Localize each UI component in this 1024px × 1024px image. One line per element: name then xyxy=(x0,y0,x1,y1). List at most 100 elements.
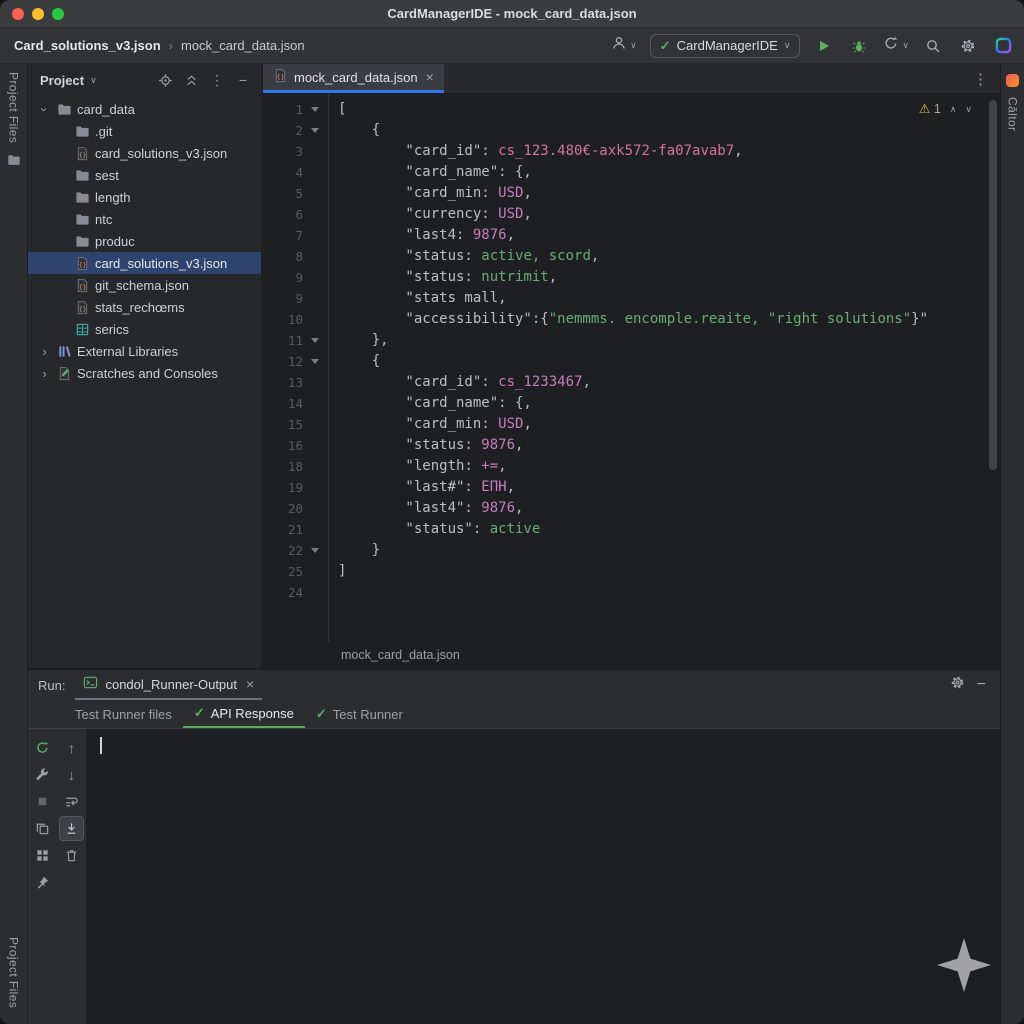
code-line[interactable]: }, xyxy=(338,330,1000,351)
project-panel-title[interactable]: Project xyxy=(40,73,84,88)
code-line[interactable]: "last4": 9876, xyxy=(338,498,1000,519)
close-tab-icon[interactable]: × xyxy=(426,69,434,85)
copy-output-button[interactable] xyxy=(30,816,55,841)
profile-button[interactable]: ∨ xyxy=(611,35,637,57)
hide-run-panel-icon[interactable]: − xyxy=(977,676,986,694)
fold-icon[interactable] xyxy=(311,359,319,364)
scroll-down-button[interactable]: ↓ xyxy=(59,762,84,787)
chevron-collapsed-icon[interactable]: › xyxy=(38,366,51,381)
chevron-collapsed-icon[interactable]: › xyxy=(38,344,51,359)
fold-icon[interactable] xyxy=(311,548,319,553)
code-line[interactable] xyxy=(338,582,1000,603)
tree-item-git[interactable]: .git xyxy=(28,120,261,142)
code-line[interactable]: "last4: 9876, xyxy=(338,225,1000,246)
layout-settings-button[interactable] xyxy=(30,843,55,868)
zoom-window-button[interactable] xyxy=(52,8,64,20)
fold-icon[interactable] xyxy=(311,338,319,343)
project-files-stripe-button-bottom[interactable]: Project Files xyxy=(7,937,21,1008)
rerun-options-button[interactable]: ∨ xyxy=(883,35,909,57)
code-line[interactable]: { xyxy=(338,351,1000,372)
run-settings-gear-icon[interactable] xyxy=(950,675,965,695)
scroll-to-end-button[interactable] xyxy=(59,816,84,841)
tree-item-card-data[interactable]: ›card_data xyxy=(28,98,261,120)
tree-item-produc[interactable]: produc xyxy=(28,230,261,252)
tree-item-ntc[interactable]: ntc xyxy=(28,208,261,230)
editor-breadcrumb[interactable]: mock_card_data.json xyxy=(263,642,1000,668)
run-subtab-test-runner-files[interactable]: Test Runner files xyxy=(64,700,183,728)
locate-file-button[interactable] xyxy=(155,70,175,90)
prev-problem-icon[interactable]: ∧ xyxy=(950,104,957,115)
tree-item-git-schema-json[interactable]: {}git_schema.json xyxy=(28,274,261,296)
code-line[interactable]: "card_id": cs_1233467, xyxy=(338,372,1000,393)
tree-item-label: ntc xyxy=(95,212,112,227)
rerun-button[interactable] xyxy=(30,735,55,760)
fold-icon[interactable] xyxy=(311,107,319,112)
debug-button[interactable] xyxy=(848,35,870,57)
run-subtab-api-response[interactable]: ✓API Response xyxy=(183,700,305,728)
line-number: 9 xyxy=(263,291,303,306)
project-files-stripe-button[interactable]: Project Files xyxy=(7,72,21,143)
code-line[interactable]: "card_name": {, xyxy=(338,162,1000,183)
tree-item-card-solutions-v3-json[interactable]: {}card_solutions_v3.json xyxy=(28,142,261,164)
code-line[interactable]: "length: +=, xyxy=(338,456,1000,477)
code-line[interactable]: "currency: USD, xyxy=(338,204,1000,225)
code-line[interactable]: "card_min: USD, xyxy=(338,183,1000,204)
tree-item-serics[interactable]: serics xyxy=(28,318,261,340)
collapse-all-button[interactable] xyxy=(181,70,201,90)
stop-button[interactable] xyxy=(30,789,55,814)
code-line[interactable]: "card_min: USD, xyxy=(338,414,1000,435)
tree-item-length[interactable]: length xyxy=(28,186,261,208)
code-line[interactable]: { xyxy=(338,120,1000,141)
code-line[interactable]: "status": active xyxy=(338,519,1000,540)
run-subtab-test-runner[interactable]: ✓Test Runner xyxy=(305,700,414,728)
fold-icon[interactable] xyxy=(311,128,319,133)
notifications-icon[interactable] xyxy=(1006,74,1019,87)
minimize-window-button[interactable] xyxy=(32,8,44,20)
clear-console-button[interactable] xyxy=(59,843,84,868)
code-line[interactable]: } xyxy=(338,540,1000,561)
code-editor[interactable]: 12345678991011121314151618192021222524 [… xyxy=(263,94,1000,642)
ai-assistant-button[interactable] xyxy=(992,35,1014,57)
more-options-icon[interactable]: ⋮ xyxy=(207,70,227,90)
code-line[interactable]: "status: 9876, xyxy=(338,435,1000,456)
run-button[interactable] xyxy=(813,35,835,57)
chevron-down-icon[interactable]: ∨ xyxy=(90,75,97,86)
tab-options-icon[interactable]: ⋮ xyxy=(961,70,1000,88)
tree-item-card-solutions-v3-json[interactable]: {}card_solutions_v3.json xyxy=(28,252,261,274)
breadcrumb-project[interactable]: Card_solutions_v3.json xyxy=(14,38,161,53)
right-stripe-button[interactable]: Căltor xyxy=(1006,97,1020,131)
pin-tab-button[interactable] xyxy=(30,870,55,895)
next-problem-icon[interactable]: ∨ xyxy=(965,104,972,115)
hide-panel-button[interactable]: − xyxy=(233,70,253,90)
close-tab-icon[interactable]: × xyxy=(246,676,254,692)
scroll-up-button[interactable]: ↑ xyxy=(59,735,84,760)
code-line[interactable]: "stats mall, xyxy=(338,288,1000,309)
test-settings-button[interactable] xyxy=(30,762,55,787)
tree-item-stats-rech-ms[interactable]: {}stats_rechœms xyxy=(28,296,261,318)
run-output-tab[interactable]: condol_Runner-Output × xyxy=(75,670,262,700)
editor-tab[interactable]: {} mock_card_data.json × xyxy=(263,64,444,93)
code-line[interactable]: "status: nutrimit, xyxy=(338,267,1000,288)
code-line[interactable]: [ xyxy=(338,99,1000,120)
code-line[interactable]: "card_id": cs_123.480€-axk572-fa07avab7, xyxy=(338,141,1000,162)
code-line[interactable]: "accessibility":{"nemmms. encomple.reait… xyxy=(338,309,1000,330)
code-line[interactable]: "card_name": {, xyxy=(338,393,1000,414)
editor-code[interactable]: [ { "card_id": cs_123.480€-axk572-fa07av… xyxy=(329,94,1000,642)
search-everywhere-button[interactable] xyxy=(922,35,944,57)
console-output[interactable] xyxy=(86,729,1000,1024)
tree-item-sest[interactable]: sest xyxy=(28,164,261,186)
soft-wrap-button[interactable] xyxy=(59,789,84,814)
code-line[interactable]: "status: active, scord, xyxy=(338,246,1000,267)
code-line[interactable]: "last#": ЕПН, xyxy=(338,477,1000,498)
code-line[interactable]: ] xyxy=(338,561,1000,582)
run-configuration-select[interactable]: ✓ CardManagerIDE ∨ xyxy=(650,34,801,58)
folder-tool-icon[interactable] xyxy=(7,153,21,172)
breadcrumb-file[interactable]: mock_card_data.json xyxy=(181,38,305,53)
tree-item-scratches-and-consoles[interactable]: ›Scratches and Consoles xyxy=(28,362,261,384)
editor-scrollbar[interactable] xyxy=(989,100,997,470)
run-subtabs: Test Runner files✓API Response✓Test Runn… xyxy=(28,700,1000,729)
settings-button[interactable] xyxy=(957,35,979,57)
chevron-expanded-icon[interactable]: › xyxy=(37,103,52,116)
tree-item-external-libraries[interactable]: ›External Libraries xyxy=(28,340,261,362)
close-window-button[interactable] xyxy=(12,8,24,20)
